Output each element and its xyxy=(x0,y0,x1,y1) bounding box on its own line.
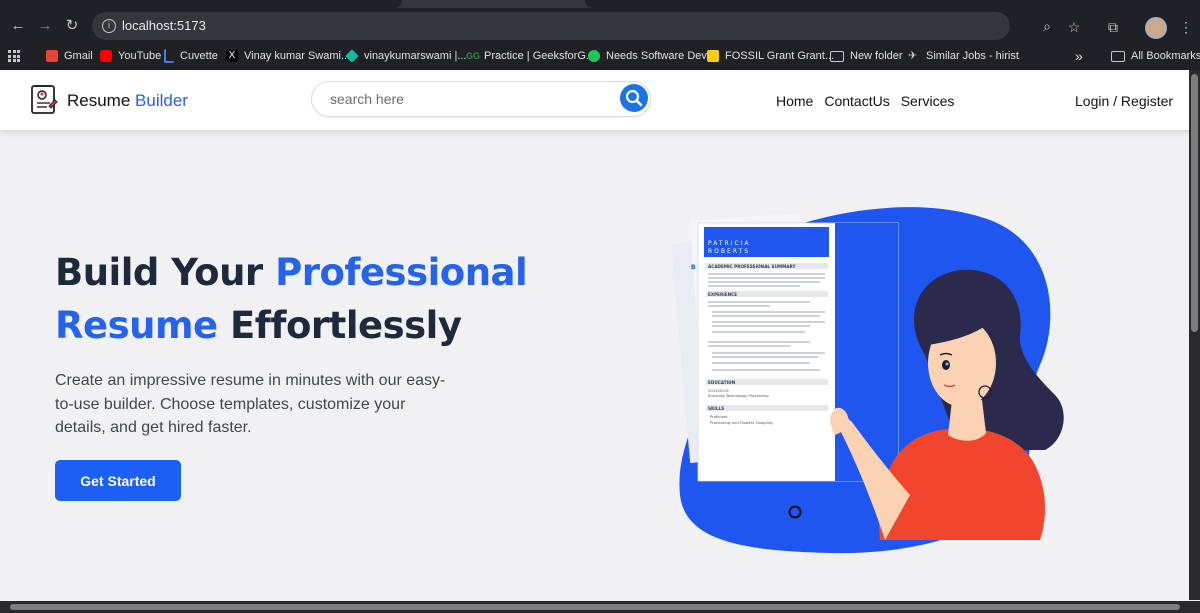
bookmark-geeksforgeeks[interactable]: GG Practice | GeeksforG... xyxy=(466,48,595,64)
profile-avatar[interactable] xyxy=(1145,17,1167,39)
resume-logo-icon[interactable] xyxy=(29,84,59,116)
svg-text:ROBERTS: ROBERTS xyxy=(708,248,750,255)
url-text[interactable]: localhost:5173 xyxy=(122,18,206,33)
nav-contact[interactable]: ContactUs xyxy=(824,93,889,109)
geeksforgeeks-icon: GG xyxy=(466,51,481,61)
active-tab[interactable] xyxy=(0,0,402,8)
vertical-scrollbar[interactable] xyxy=(1189,70,1200,600)
bookmark-hirist[interactable]: ✈ Similar Jobs - hirist xyxy=(908,48,1019,64)
bookmark-gmail[interactable]: Gmail xyxy=(46,48,93,64)
bookmarks-bar: Gmail YouTube Cuvette X Vinay kumar Swami… xyxy=(0,43,1200,70)
fossil-icon xyxy=(707,50,719,62)
svg-text:SKILLS: SKILLS xyxy=(708,406,724,411)
all-bookmarks-button[interactable]: All Bookmarks xyxy=(1111,48,1200,64)
hirist-icon: ✈ xyxy=(908,50,918,62)
forward-arrow-icon[interactable]: → xyxy=(35,16,55,36)
search-button[interactable] xyxy=(620,84,648,112)
main-nav: Home ContactUs Services xyxy=(776,93,965,109)
youtube-icon xyxy=(100,50,112,62)
apps-grid-icon[interactable] xyxy=(8,50,20,62)
browser-toolbar: ← → ↻ i localhost:5173 ⌕ ☆ ⧉ ⋮ xyxy=(0,8,1200,43)
vertical-scroll-thumb[interactable] xyxy=(1191,74,1198,332)
hero-illustration: B R PATRICIA ROBERTS ACADEMIC PROFESSION… xyxy=(671,207,1064,554)
svg-text:EXPERIENCE: EXPERIENCE xyxy=(708,292,737,297)
nav-services[interactable]: Services xyxy=(901,93,955,109)
resume-document: PATRICIA ROBERTS ACADEMIC PROFESSIONAL S… xyxy=(697,222,899,482)
browser-chrome: ← → ↻ i localhost:5173 ⌕ ☆ ⧉ ⋮ Gmail You… xyxy=(0,0,1200,70)
hero-title: Build Your Professional Resume Effortles… xyxy=(55,251,528,347)
svg-text:ACADEMIC PROFESSIONAL SUMMARY: ACADEMIC PROFESSIONAL SUMMARY xyxy=(708,264,797,269)
cuvette-icon xyxy=(164,49,174,63)
star-icon[interactable]: ☆ xyxy=(1064,17,1084,37)
bookmark-x-profile[interactable]: X Vinay kumar Swami... xyxy=(226,48,350,64)
site-info-icon[interactable]: i xyxy=(102,19,116,33)
search-box xyxy=(311,81,651,117)
svg-text:Processing and Flowers Googlin: Processing and Flowers Googling xyxy=(710,420,773,425)
wellfound-icon xyxy=(588,50,600,62)
bookmark-vinaykumarswami[interactable]: vinaykumarswami |... xyxy=(345,48,467,64)
reload-icon[interactable]: ↻ xyxy=(62,16,82,36)
search-input[interactable] xyxy=(328,90,612,108)
svg-text:PATRICIA: PATRICIA xyxy=(708,240,751,247)
extensions-icon[interactable]: ⧉ xyxy=(1103,17,1123,37)
hero-subtitle: Create an impressive resume in minutes w… xyxy=(55,372,446,436)
folder-icon xyxy=(830,50,844,62)
zoom-icon[interactable]: ⌕ xyxy=(1038,17,1056,35)
inactive-tab[interactable] xyxy=(585,0,1200,8)
bookmark-wellfound[interactable]: Needs Software Dev... xyxy=(588,48,715,64)
back-arrow-icon[interactable]: ← xyxy=(8,16,28,36)
diamond-icon xyxy=(345,49,359,63)
svg-text:EDUCATION: EDUCATION xyxy=(708,380,736,385)
search-icon xyxy=(625,89,643,107)
address-bar[interactable]: i localhost:5173 ⌕ xyxy=(92,12,1051,40)
horizontal-scroll-thumb[interactable] xyxy=(10,604,1180,610)
folder-icon xyxy=(1111,50,1125,62)
horizontal-scrollbar[interactable] xyxy=(0,601,1200,613)
bookmark-youtube[interactable]: YouTube xyxy=(100,48,161,64)
brand-name[interactable]: Resume Builder xyxy=(67,91,188,111)
x-icon: X xyxy=(226,50,238,62)
login-register-link[interactable]: Login / Register xyxy=(1075,93,1173,109)
kebab-menu-icon[interactable]: ⋮ xyxy=(1176,17,1196,37)
site-header: Resume Builder Home ContactUs Services Log… xyxy=(0,70,1200,130)
bookmark-fossil[interactable]: FOSSIL Grant Grant... xyxy=(707,48,834,64)
get-started-button[interactable]: Get Started xyxy=(55,460,181,501)
tab-strip xyxy=(0,0,1200,8)
nav-home[interactable]: Home xyxy=(776,93,813,109)
svg-text:Business Technology Processing: Business Technology Processing xyxy=(708,393,769,398)
bookmarks-overflow-button[interactable]: » xyxy=(1075,48,1083,64)
bookmark-cuvette[interactable]: Cuvette xyxy=(164,48,218,64)
bookmark-new-folder[interactable]: New folder xyxy=(830,48,903,64)
svg-text:Proficient: Proficient xyxy=(710,414,728,419)
gmail-icon xyxy=(46,50,58,62)
